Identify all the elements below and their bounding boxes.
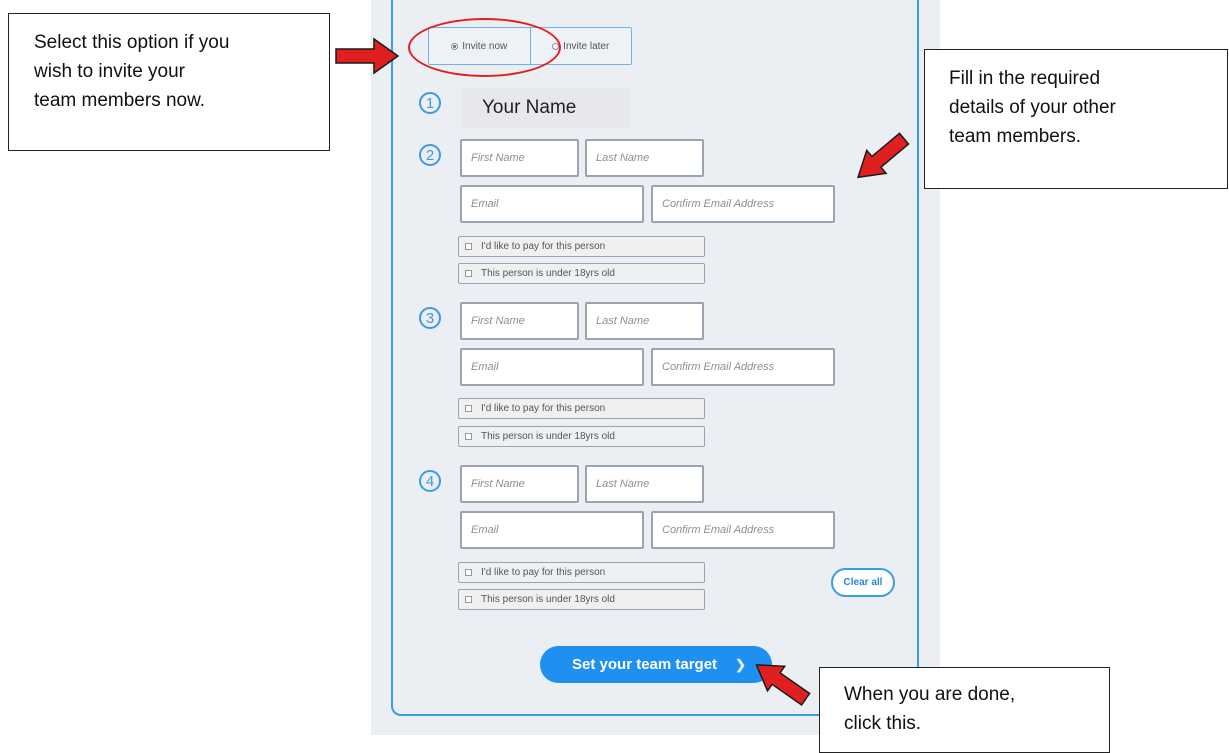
pay-for-person-label: I'd like to pay for this person	[481, 241, 606, 252]
invite-later-label: Invite later	[563, 40, 610, 52]
your-name-field: Your Name	[462, 88, 630, 128]
under-18-checkbox[interactable]: This person is under 18yrs old	[458, 263, 705, 284]
pay-for-person-label: I'd like to pay for this person	[481, 403, 606, 414]
last-name-input[interactable]: Last Name	[585, 302, 704, 340]
pay-for-person-checkbox[interactable]: I'd like to pay for this person	[458, 236, 705, 257]
first-name-input[interactable]: First Name	[460, 465, 579, 503]
arrow-right-icon	[335, 37, 400, 75]
first-name-input[interactable]: First Name	[460, 302, 579, 340]
arrow-down-left-icon	[856, 132, 910, 179]
confirm-email-input[interactable]: Confirm Email Address	[651, 511, 835, 549]
callout-invite-now: Select this option if you wish to invite…	[8, 13, 330, 151]
checkbox-icon[interactable]	[465, 433, 472, 440]
under-18-label: This person is under 18yrs old	[481, 594, 615, 605]
last-name-input[interactable]: Last Name	[585, 465, 704, 503]
confirm-email-input[interactable]: Confirm Email Address	[651, 185, 835, 223]
callout-when-done: When you are done, click this.	[819, 667, 1110, 753]
set-team-target-button[interactable]: Set your team target ❯	[540, 646, 772, 683]
pay-for-person-checkbox[interactable]: I'd like to pay for this person	[458, 562, 705, 583]
set-team-target-label: Set your team target	[572, 656, 718, 673]
confirm-email-input[interactable]: Confirm Email Address	[651, 348, 835, 386]
member-number-4: 4	[419, 470, 441, 492]
member-number-3: 3	[419, 307, 441, 329]
email-input[interactable]: Email	[460, 185, 644, 223]
checkbox-icon[interactable]	[465, 243, 472, 250]
email-input[interactable]: Email	[460, 511, 644, 549]
last-name-input[interactable]: Last Name	[585, 139, 704, 177]
clear-all-button[interactable]: Clear all	[831, 568, 895, 597]
callout-fill-details: Fill in the required details of your oth…	[924, 49, 1228, 189]
first-name-input[interactable]: First Name	[460, 139, 579, 177]
member-number-2: 2	[419, 144, 441, 166]
checkbox-icon[interactable]	[465, 569, 472, 576]
checkbox-icon[interactable]	[465, 596, 472, 603]
pay-for-person-checkbox[interactable]: I'd like to pay for this person	[458, 398, 705, 419]
email-input[interactable]: Email	[460, 348, 644, 386]
under-18-label: This person is under 18yrs old	[481, 268, 615, 279]
under-18-label: This person is under 18yrs old	[481, 431, 615, 442]
checkbox-icon[interactable]	[465, 270, 472, 277]
pay-for-person-label: I'd like to pay for this person	[481, 567, 606, 578]
arrow-up-left-icon	[755, 663, 811, 706]
under-18-checkbox[interactable]: This person is under 18yrs old	[458, 426, 705, 447]
under-18-checkbox[interactable]: This person is under 18yrs old	[458, 589, 705, 610]
chevron-right-icon: ❯	[735, 656, 746, 672]
highlight-ellipse	[408, 18, 561, 77]
member-number-1: 1	[419, 92, 441, 114]
checkbox-icon[interactable]	[465, 405, 472, 412]
